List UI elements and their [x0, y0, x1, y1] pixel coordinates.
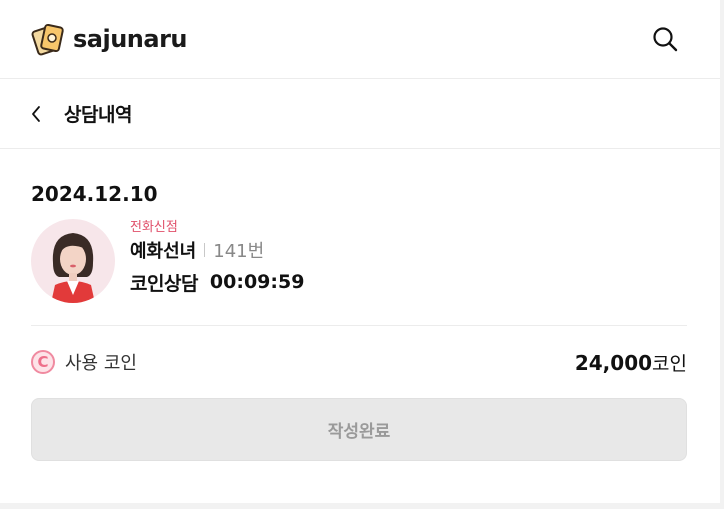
- consultation-type: 코인상담: [130, 272, 198, 295]
- page-title: 상담내역: [64, 104, 132, 126]
- brand-name: sajunaru: [73, 25, 188, 53]
- consultation-duration: 00:09:59: [209, 271, 305, 293]
- consultation-category: 전화신점: [130, 220, 178, 235]
- consultation-detail: 2024.12.10 전화신점 예화선녀 141번 코인상담 00:09:59 …: [0, 181, 720, 461]
- coin-usage-value: 24,000코인: [575, 349, 687, 376]
- back-button[interactable]: [28, 102, 44, 126]
- coin-usage-label-group: C 사용 코인: [31, 349, 137, 375]
- counselor-info: 전화신점 예화선녀 141번 코인상담 00:09:59: [130, 219, 304, 305]
- search-icon: [653, 27, 678, 52]
- counselor-number: 141번: [213, 241, 265, 262]
- tarot-cards-logo-icon: [31, 23, 64, 56]
- coin-unit: 코인: [652, 352, 687, 375]
- app-container: sajunaru 상담내역 2024.12.10 전화신점 예화선녀 141번 …: [0, 0, 720, 503]
- search-button[interactable]: [650, 24, 680, 54]
- counselor-row: 예화선녀 141번: [130, 237, 304, 263]
- counselor-avatar: [31, 219, 115, 303]
- coin-usage-row: C 사용 코인 24,000코인: [31, 326, 687, 398]
- separator: [204, 243, 206, 257]
- consultation-date: 2024.12.10: [31, 182, 158, 206]
- top-header: sajunaru: [0, 0, 720, 79]
- brand-logo[interactable]: sajunaru: [31, 21, 188, 57]
- complete-button[interactable]: 작성완료: [31, 398, 687, 461]
- coin-usage-label: 사용 코인: [65, 353, 137, 374]
- coin-icon: C: [31, 350, 55, 374]
- consultation-type-row: 코인상담 00:09:59: [130, 265, 304, 299]
- consultation-card: 전화신점 예화선녀 141번 코인상담 00:09:59: [31, 219, 687, 305]
- scrollbar-track[interactable]: [720, 0, 724, 509]
- counselor-name: 예화선녀: [130, 241, 197, 262]
- coin-amount: 24,000: [574, 350, 653, 375]
- chevron-left-icon: [32, 105, 40, 122]
- page-header: 상담내역: [0, 79, 720, 149]
